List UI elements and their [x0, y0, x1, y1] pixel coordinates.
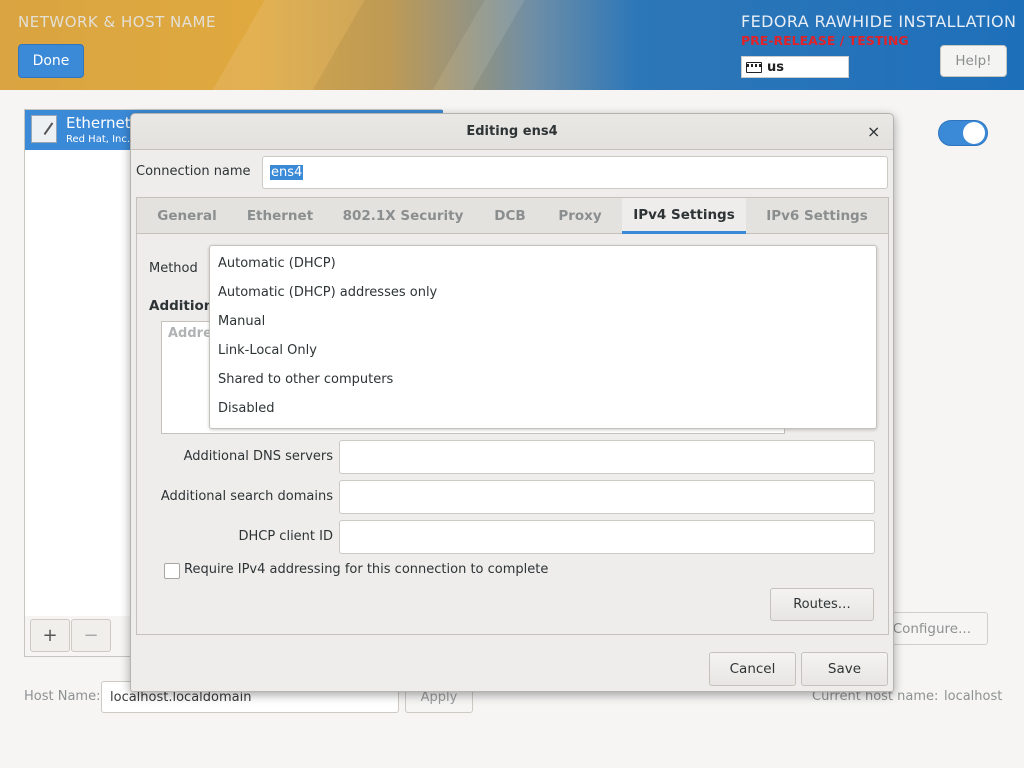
configure-button[interactable]: Configure...: [884, 612, 988, 645]
routes-button[interactable]: Routes…: [770, 588, 874, 621]
device-vendor: Red Hat, Inc. V: [66, 134, 141, 145]
method-label: Method: [149, 261, 198, 276]
spoke-title: NETWORK & HOST NAME: [18, 13, 216, 31]
method-dropdown-list[interactable]: Automatic (DHCP) Automatic (DHCP) addres…: [209, 245, 877, 429]
tab-bar: General Ethernet 802.1X Security DCB Pro…: [137, 198, 888, 234]
close-icon[interactable]: ×: [867, 122, 880, 141]
dialog-titlebar[interactable]: Editing ens4 ×: [131, 114, 893, 150]
keyboard-icon: [746, 61, 762, 73]
method-option[interactable]: Automatic (DHCP) addresses only: [218, 285, 437, 300]
search-domains-label: Additional search domains: [160, 489, 333, 504]
tab-ethernet[interactable]: Ethernet: [235, 198, 325, 234]
method-option[interactable]: Link-Local Only: [218, 343, 317, 358]
tab-proxy[interactable]: Proxy: [545, 198, 615, 234]
product-title: FEDORA RAWHIDE INSTALLATION: [741, 12, 1017, 31]
add-device-button[interactable]: +: [30, 619, 70, 652]
dhcp-client-id-label: DHCP client ID: [238, 529, 333, 544]
connection-name-input[interactable]: ens4: [262, 156, 888, 189]
dns-servers-label: Additional DNS servers: [183, 449, 333, 464]
done-button[interactable]: Done: [18, 44, 84, 78]
keyboard-layout-label: us: [767, 59, 784, 75]
dialog-title: Editing ens4: [466, 124, 558, 139]
method-option[interactable]: Manual: [218, 314, 265, 329]
prerelease-label: PRE-RELEASE / TESTING: [741, 33, 909, 48]
address-column-header: Addre: [168, 326, 212, 341]
require-ipv4-label: Require IPv4 addressing for this connect…: [184, 562, 549, 577]
cancel-button[interactable]: Cancel: [709, 652, 796, 686]
tab-8021x-security[interactable]: 802.1X Security: [333, 198, 473, 234]
current-hostname-value: localhost: [944, 689, 1003, 704]
save-button[interactable]: Save: [801, 652, 888, 686]
method-option[interactable]: Shared to other computers: [218, 372, 393, 387]
method-option[interactable]: Disabled: [218, 401, 274, 416]
help-button[interactable]: Help!: [940, 45, 1007, 77]
ethernet-icon: [31, 115, 57, 143]
method-option[interactable]: Automatic (DHCP): [218, 256, 336, 271]
keyboard-layout-indicator[interactable]: us: [741, 56, 849, 78]
connection-name-value: ens4: [270, 165, 304, 180]
device-enable-toggle[interactable]: [938, 120, 988, 146]
device-name: Ethernet: [66, 114, 131, 132]
tab-ipv6-settings[interactable]: IPv6 Settings: [754, 198, 880, 234]
require-ipv4-checkbox[interactable]: [164, 563, 180, 579]
hostname-label: Host Name:: [24, 689, 101, 704]
connection-name-label: Connection name: [136, 164, 251, 179]
dhcp-client-id-input[interactable]: [339, 520, 875, 554]
search-domains-input[interactable]: [339, 480, 875, 514]
additional-addresses-heading: Addition: [149, 298, 214, 314]
tab-general[interactable]: General: [143, 198, 231, 234]
remove-device-button[interactable]: −: [71, 619, 111, 652]
edit-connection-dialog: Editing ens4 × Connection name ens4 Gene…: [130, 113, 894, 692]
dns-servers-input[interactable]: [339, 440, 875, 474]
tab-ipv4-settings[interactable]: IPv4 Settings: [622, 198, 746, 234]
tab-dcb[interactable]: DCB: [481, 198, 539, 234]
header-banner: NETWORK & HOST NAME Done FEDORA RAWHIDE …: [0, 0, 1024, 90]
